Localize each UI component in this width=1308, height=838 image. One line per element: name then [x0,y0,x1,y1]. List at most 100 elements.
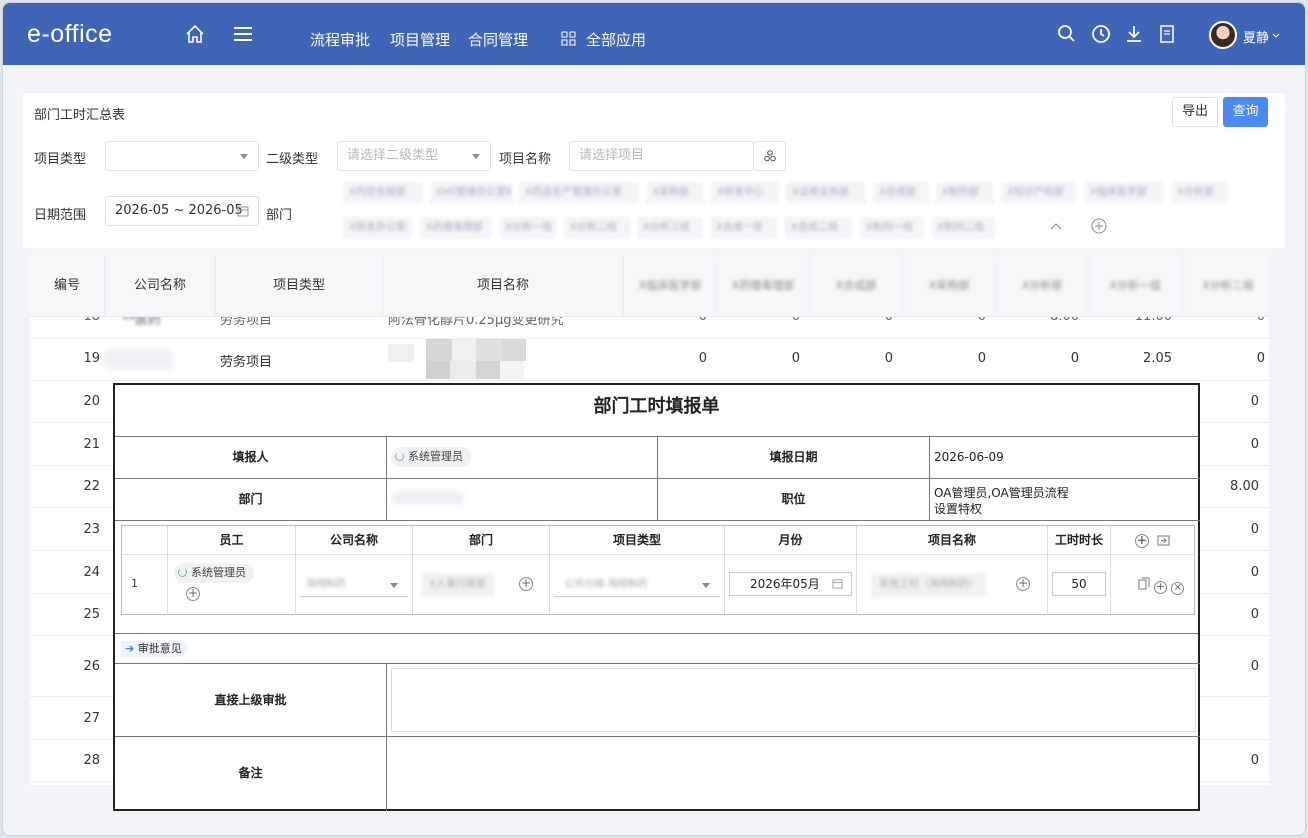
delete-row-icon[interactable]: × [1171,582,1185,595]
add-employee-icon[interactable]: + [186,587,200,601]
dept-cell[interactable]: X人事行政部 + [413,554,550,614]
hours-input[interactable]: 50 [1052,572,1106,596]
chevron-down-icon[interactable] [1272,33,1280,39]
pname-cell[interactable]: 其他工时（海翔制药） + [857,554,1048,614]
dept-chip[interactable]: X合成部 [873,182,929,204]
month-input[interactable]: 2026年05月 [729,572,852,596]
row-value: 0 [614,317,707,324]
row-company: **医药 [122,317,162,328]
ptype-cell[interactable]: 公共分摊-海翔制药 [550,554,725,614]
import-icon[interactable] [1157,534,1170,547]
ptype-select[interactable]: 公共分摊-海翔制药 [554,573,720,597]
row-number: 18 [30,317,100,324]
project-type-select[interactable] [105,141,259,171]
dept-field-label: 部门 [115,479,387,521]
user-name[interactable]: 夏静 [1243,27,1269,46]
row-project-name: 阿法骨化醇片0.25μg变更研究 [388,317,564,328]
nav-project[interactable]: 项目管理 [390,29,450,50]
clock-icon[interactable] [1090,23,1112,45]
dept-chip[interactable]: X制剂一组 [860,217,924,239]
reporter-label: 填报人 [115,437,387,479]
dept-tag[interactable]: X人事行政部 [421,573,494,597]
supervisor-approval-textarea[interactable] [391,668,1196,732]
add-project-icon[interactable]: + [1016,577,1030,591]
dept-chip[interactable]: X制剂二组 [931,217,995,239]
col-header-dept: X合成部 [810,255,903,317]
menu-icon[interactable] [232,23,254,45]
col-index [122,526,168,554]
company-select[interactable]: 海翔制药 [300,573,408,597]
month-cell[interactable]: 2026年05月 [725,554,857,614]
reporter-field[interactable]: 系统管理员 [387,437,658,479]
col-month: 月份 [725,526,857,554]
caret-down-icon [390,583,398,588]
user-icon [395,452,404,461]
project-name-label: 项目名称 [499,152,552,167]
dept-chip[interactable]: X分析三组 [637,217,703,239]
download-icon[interactable] [1123,23,1145,45]
nav-workflow[interactable]: 流程审批 [310,29,370,50]
row-value: 0 [1070,351,1079,366]
employee-cell[interactable]: 系统管理员 + [168,554,296,614]
dept-chip[interactable]: X临床医学部 [1084,182,1164,204]
dept-chip[interactable]: X研发中心 [711,182,779,204]
home-icon[interactable] [184,23,206,45]
date-range-input[interactable]: 2026-05 ~ 2026-05 [105,196,259,226]
project-picker-button[interactable] [753,141,786,171]
row-value: 0 [791,351,800,366]
caret-down-icon [240,154,248,159]
dept-chip[interactable]: X分析二组 [564,217,630,239]
dept-chip[interactable]: X内控合规部 [343,182,423,204]
row-number: 20 [83,394,100,409]
nav-contract[interactable]: 合同管理 [468,29,528,50]
dept-chip[interactable]: X药品生产管理办公室 [519,182,639,204]
divider [115,633,1198,634]
caret-down-icon [702,583,710,588]
dept-chip[interactable]: X采购部 [646,182,704,204]
row-value: 8.00 [986,317,1079,324]
col-header-project-name: 项目名称 [383,255,624,317]
document-icon[interactable] [1156,23,1178,45]
row-number: 24 [83,564,100,580]
row-value: 11.00 [1079,317,1172,324]
insert-row-icon[interactable]: + [1154,581,1168,594]
add-row-icon[interactable]: + [1134,534,1149,548]
dept-chip[interactable]: EHS管理办公室K [430,182,513,204]
remark-cell[interactable] [387,737,1200,811]
col-company: 公司名称 [296,526,413,554]
chevron-up-icon[interactable] [1050,222,1062,230]
employee-tag[interactable]: 系统管理员 [174,563,254,583]
dept-chip[interactable]: X制剂部 [936,182,994,204]
project-name-input[interactable]: 请选择项目 [569,141,754,171]
approval-tab[interactable]: ➔ 审批意见 [121,641,188,657]
dept-chip[interactable]: X分析一组 [499,217,557,239]
add-dept-icon[interactable] [1091,218,1107,234]
dept-chip[interactable]: X合成一组 [710,217,778,239]
col-hours: 工时时长 [1048,526,1111,554]
add-dept-row-icon[interactable]: + [519,577,533,591]
copy-icon[interactable] [1138,577,1150,590]
table-row[interactable]: 18 **医药 劳务项目 阿法骨化醇片0.25μg变更研究 00008.0011… [30,317,1269,339]
col-header-dept: X临床医学部 [624,255,717,317]
dept-chip[interactable]: X药理毒理部 [420,217,492,239]
dept-chip[interactable]: X知识产权部 [1001,182,1077,204]
export-button[interactable]: 导出 [1172,97,1218,127]
filter-panel: 部门工时汇总表 导出 查询 项目类型 二级类型 请选择二级类型 项目名称 请选择… [23,93,1285,248]
subtype-select[interactable]: 请选择二级类型 [337,141,491,171]
hours-cell[interactable]: 50 [1048,554,1111,614]
dept-chip[interactable]: X合成二组 [785,217,853,239]
app-logo[interactable]: e-office [27,20,113,49]
nav-all-apps[interactable]: 全部应用 [586,29,646,50]
col-project-name: 项目名称 [857,526,1048,554]
pname-tag[interactable]: 其他工时（海翔制药） [871,573,987,597]
company-cell[interactable]: 海翔制药 [296,554,413,614]
dept-chip[interactable]: X分析部 [1171,182,1229,204]
user-avatar[interactable] [1209,21,1237,49]
search-icon[interactable] [1056,23,1078,45]
table-row[interactable]: 19 劳务项目 0 0 0 0 0 2.05 0 [30,339,1269,381]
supervisor-approval-cell [387,663,1200,737]
dept-chip[interactable]: X证券业务部 [786,182,866,204]
dept-chip[interactable]: X研发办公室 [343,217,413,239]
query-button[interactable]: 查询 [1223,97,1268,127]
reporter-tag[interactable]: 系统管理员 [391,447,471,467]
